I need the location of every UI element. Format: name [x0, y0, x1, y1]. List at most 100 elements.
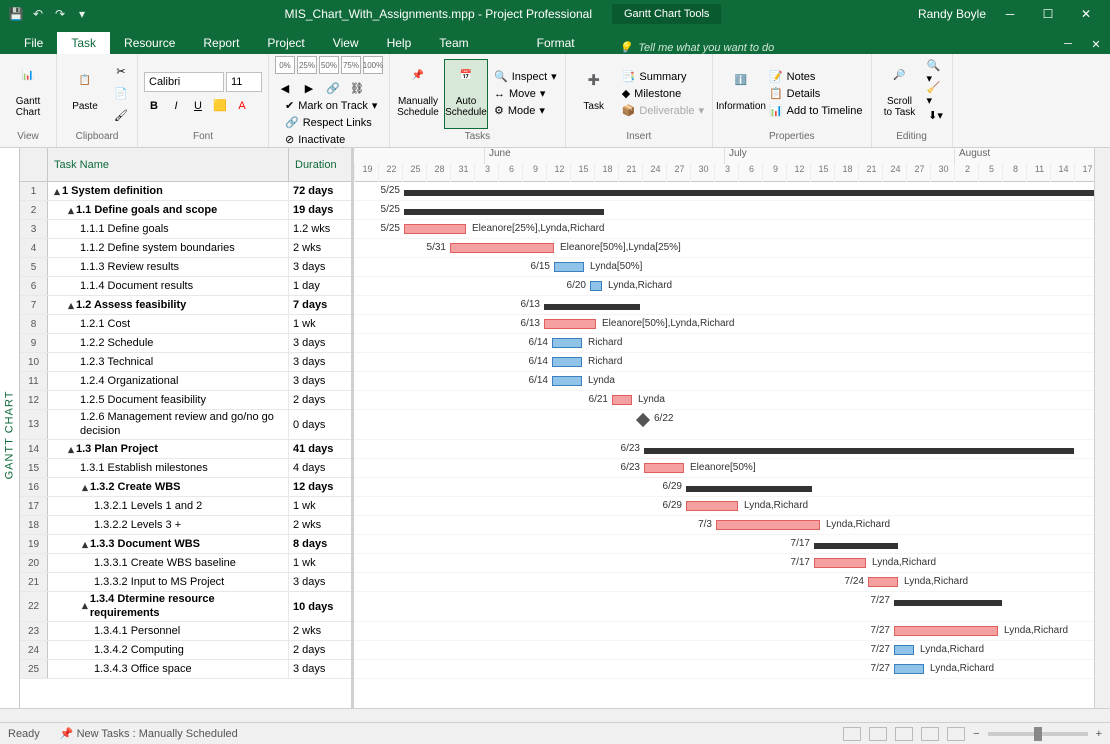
task-bar[interactable] [716, 520, 820, 530]
milestone-marker[interactable] [636, 413, 650, 427]
tab-project[interactable]: Project [253, 32, 318, 54]
row-number[interactable]: 2 [20, 201, 48, 219]
paste-button[interactable]: 📋 Paste [63, 59, 107, 129]
pct-0[interactable]: 0% [275, 56, 295, 74]
find-button[interactable]: 🔍▾ [926, 62, 946, 82]
gantt-row[interactable]: 6/23 [354, 440, 1094, 459]
row-number[interactable]: 22 [20, 592, 48, 621]
outline-toggle-icon[interactable]: ▴ [80, 538, 90, 551]
row-number[interactable]: 6 [20, 277, 48, 295]
gantt-row[interactable]: 6/29Lynda,Richard [354, 497, 1094, 516]
pct-25[interactable]: 25% [297, 56, 317, 74]
view-shortcut-2[interactable] [869, 727, 887, 741]
tab-resource[interactable]: Resource [110, 32, 189, 54]
ribbon-minimize-button[interactable]: ─ [1054, 34, 1082, 54]
row-number[interactable]: 23 [20, 622, 48, 640]
font-color-button[interactable]: A [232, 96, 252, 116]
duration-cell[interactable]: 1 wk [289, 497, 351, 515]
column-duration[interactable]: Duration [289, 148, 351, 181]
row-number[interactable]: 25 [20, 660, 48, 678]
indent-button[interactable]: ▶ [299, 78, 319, 98]
duration-cell[interactable]: 2 days [289, 391, 351, 409]
task-row[interactable]: 81.2.1 Cost1 wk [20, 315, 351, 334]
row-number[interactable]: 1 [20, 182, 48, 200]
task-row[interactable]: 201.3.3.1 Create WBS baseline1 wk [20, 554, 351, 573]
task-name-cell[interactable]: 1.3.4.3 Office space [48, 660, 289, 678]
outline-toggle-icon[interactable]: ▴ [80, 600, 90, 613]
task-name-cell[interactable]: 1.2.5 Document feasibility [48, 391, 289, 409]
duration-cell[interactable]: 0 days [289, 410, 351, 439]
task-row[interactable]: 151.3.1 Establish milestones4 days [20, 459, 351, 478]
task-name-cell[interactable]: 1.3.3.2 Input to MS Project [48, 573, 289, 591]
task-name-cell[interactable]: ▴1.3.4 Dtermine resource requirements [48, 592, 289, 621]
duration-cell[interactable]: 2 wks [289, 622, 351, 640]
duration-cell[interactable]: 2 wks [289, 516, 351, 534]
duration-cell[interactable]: 1 wk [289, 315, 351, 333]
redo-icon[interactable]: ↷ [52, 6, 68, 22]
task-row[interactable]: 111.2.4 Organizational3 days [20, 372, 351, 391]
task-name-cell[interactable]: 1.2.4 Organizational [48, 372, 289, 390]
row-number[interactable]: 10 [20, 353, 48, 371]
vertical-scrollbar[interactable] [1094, 148, 1110, 722]
fill-color-button[interactable]: 🟨 [210, 96, 230, 116]
task-row[interactable]: 16▴1.3.2 Create WBS12 days [20, 478, 351, 497]
format-painter-button[interactable]: 🖌 [111, 106, 131, 126]
duration-cell[interactable]: 3 days [289, 372, 351, 390]
task-row[interactable]: 131.2.6 Management review and go/no go d… [20, 410, 351, 440]
bold-button[interactable]: B [144, 96, 164, 116]
font-name-select[interactable] [144, 72, 224, 92]
task-row[interactable]: 251.3.4.3 Office space3 days [20, 660, 351, 679]
summary-bar[interactable] [544, 304, 640, 310]
task-row[interactable]: 2▴1.1 Define goals and scope19 days [20, 201, 351, 220]
gantt-row[interactable]: 6/23Eleanore[50%] [354, 459, 1094, 478]
duration-cell[interactable]: 3 days [289, 258, 351, 276]
summary-bar[interactable] [894, 600, 1002, 606]
row-number[interactable]: 3 [20, 220, 48, 238]
duration-cell[interactable]: 1 day [289, 277, 351, 295]
task-name-cell[interactable]: 1.2.3 Technical [48, 353, 289, 371]
duration-cell[interactable]: 2 wks [289, 239, 351, 257]
duration-cell[interactable]: 3 days [289, 573, 351, 591]
copy-button[interactable]: 📄 [111, 84, 131, 104]
task-row[interactable]: 14▴1.3 Plan Project41 days [20, 440, 351, 459]
gantt-row[interactable]: 6/14Richard [354, 334, 1094, 353]
pct-75[interactable]: 75% [341, 56, 361, 74]
task-bar[interactable] [612, 395, 632, 405]
row-number[interactable]: 20 [20, 554, 48, 572]
view-shortcut-3[interactable] [895, 727, 913, 741]
move-button[interactable]: ↔Move ▾ [492, 86, 559, 101]
gantt-row[interactable]: 6/20Lynda,Richard [354, 277, 1094, 296]
close-button[interactable]: ✕ [1072, 4, 1100, 24]
gantt-row[interactable]: 7/27Lynda,Richard [354, 660, 1094, 679]
row-number[interactable]: 14 [20, 440, 48, 458]
row-number[interactable]: 4 [20, 239, 48, 257]
task-name-cell[interactable]: ▴1 System definition [48, 182, 289, 200]
duration-cell[interactable]: 41 days [289, 440, 351, 458]
tab-view[interactable]: View [319, 32, 373, 54]
summary-bar[interactable] [404, 190, 1094, 196]
gantt-row[interactable]: 6/21Lynda [354, 391, 1094, 410]
gantt-row[interactable]: 5/31Eleanore[50%],Lynda[25%] [354, 239, 1094, 258]
duration-cell[interactable]: 10 days [289, 592, 351, 621]
task-bar[interactable] [450, 243, 554, 253]
row-number[interactable]: 7 [20, 296, 48, 314]
task-name-cell[interactable]: 1.1.4 Document results [48, 277, 289, 295]
task-row[interactable]: 7▴1.2 Assess feasibility7 days [20, 296, 351, 315]
row-number[interactable]: 17 [20, 497, 48, 515]
task-bar[interactable] [894, 626, 998, 636]
duration-cell[interactable]: 2 days [289, 641, 351, 659]
summary-bar[interactable] [404, 209, 604, 215]
task-name-cell[interactable]: 1.3.1 Establish milestones [48, 459, 289, 477]
gantt-row[interactable]: 7/3Lynda,Richard [354, 516, 1094, 535]
mark-on-track-button[interactable]: ✔Mark on Track ▾ [283, 98, 383, 113]
font-size-select[interactable] [226, 72, 262, 92]
row-number[interactable]: 18 [20, 516, 48, 534]
milestone-button[interactable]: ◆Milestone [620, 86, 706, 101]
gantt-row[interactable]: 6/13 [354, 296, 1094, 315]
gantt-row[interactable]: 6/22 [354, 410, 1094, 440]
task-name-cell[interactable]: 1.2.1 Cost [48, 315, 289, 333]
row-number[interactable]: 24 [20, 641, 48, 659]
outline-toggle-icon[interactable]: ▴ [80, 481, 90, 494]
task-row[interactable]: 22▴1.3.4 Dtermine resource requirements1… [20, 592, 351, 622]
view-shortcut-5[interactable] [947, 727, 965, 741]
